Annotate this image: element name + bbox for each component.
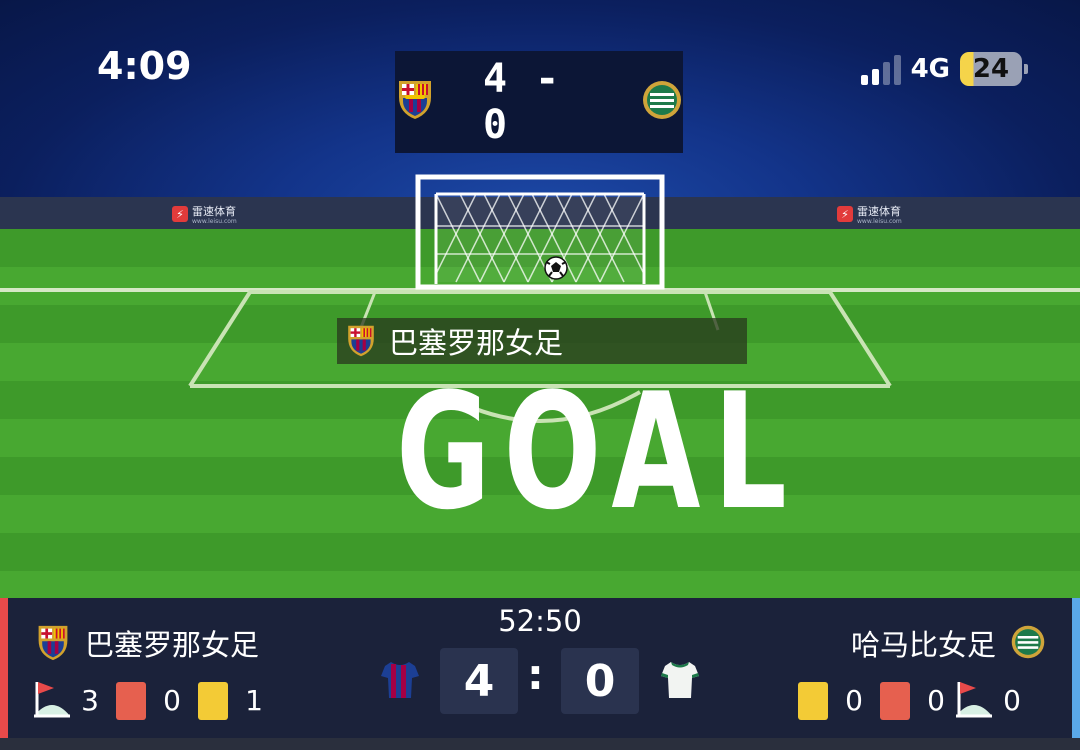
home-jersey-icon bbox=[381, 660, 419, 704]
home-yellow-cards: 1 bbox=[245, 684, 263, 717]
hammarby-crest-icon bbox=[1010, 624, 1046, 664]
home-corners: 3 bbox=[81, 684, 99, 717]
corner-flag-icon bbox=[954, 676, 994, 725]
battery-icon: 24 bbox=[960, 52, 1028, 86]
away-accent-bar bbox=[1072, 598, 1080, 738]
home-red-cards: 0 bbox=[163, 684, 181, 717]
barcelona-crest-icon bbox=[345, 324, 377, 358]
match-clock: 52:50 bbox=[498, 604, 582, 638]
scoring-team-name: 巴塞罗那女足 bbox=[389, 326, 564, 360]
top-score: 4 - 0 bbox=[483, 56, 562, 148]
home-accent-bar bbox=[0, 598, 8, 738]
away-corners: 0 bbox=[1003, 684, 1021, 717]
yellow-card-icon bbox=[198, 681, 228, 720]
status-time: 4:09 bbox=[97, 44, 192, 88]
network-type: 4G bbox=[910, 54, 950, 84]
signal-icon bbox=[860, 53, 901, 85]
hammarby-crest-icon bbox=[641, 79, 683, 125]
bottom-strip bbox=[0, 738, 1080, 750]
battery-level: 24 bbox=[960, 52, 1022, 86]
home-score: 4 bbox=[440, 648, 518, 714]
away-team-name[interactable]: 哈马比女足 bbox=[851, 622, 996, 664]
home-stats: 3 0 1 bbox=[32, 676, 272, 725]
away-score: 0 bbox=[561, 648, 639, 714]
score-separator: : bbox=[527, 650, 544, 699]
yellow-card-icon bbox=[798, 681, 828, 720]
status-bar-right: 4G 24 bbox=[860, 52, 1028, 86]
away-red-cards: 0 bbox=[927, 684, 945, 717]
goal-net bbox=[415, 174, 665, 290]
barcelona-crest-icon bbox=[395, 79, 435, 125]
away-jersey-icon bbox=[661, 660, 699, 704]
home-team-name[interactable]: 巴塞罗那女足 bbox=[85, 622, 259, 664]
corner-flag-icon bbox=[32, 676, 72, 725]
top-scoreboard: 4 - 0 bbox=[395, 51, 683, 153]
goal-text: GOAL bbox=[396, 358, 800, 545]
away-stats: 0 0 0 bbox=[790, 676, 1030, 725]
red-card-icon bbox=[880, 681, 910, 720]
match-animation: ⚡ 雷速体育 www.leisu.com ⚡ 雷速体育 www.leisu.com bbox=[0, 0, 1080, 598]
away-yellow-cards: 0 bbox=[845, 684, 863, 717]
football-icon bbox=[544, 256, 568, 280]
red-card-icon bbox=[116, 681, 146, 720]
barcelona-crest-icon bbox=[35, 624, 71, 666]
